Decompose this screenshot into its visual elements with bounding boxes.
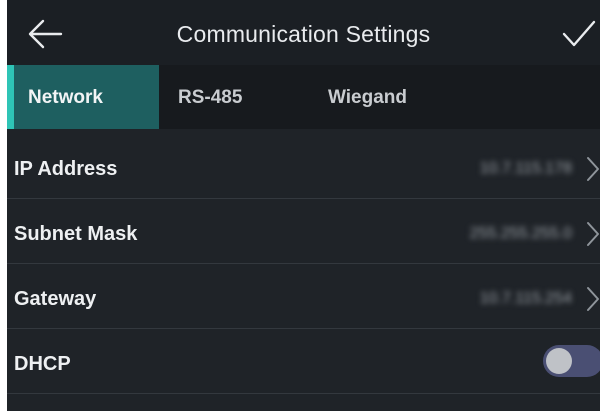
active-tab-indicator	[7, 65, 14, 129]
setting-row-subnet-mask[interactable]: Subnet Mask 255.255.255.0	[7, 199, 600, 264]
tab-rs485[interactable]: RS-485	[178, 65, 242, 129]
setting-label: DHCP	[14, 353, 71, 375]
chevron-right-icon	[587, 222, 599, 246]
communication-settings-screen: Communication Settings Network RS-485 Wi…	[7, 0, 600, 411]
tab-label: Wiegand	[328, 87, 407, 108]
setting-label: IP Address	[14, 158, 118, 180]
tab-bar: Network RS-485 Wiegand	[7, 65, 600, 129]
setting-value: 10.7.115.178	[479, 160, 572, 177]
setting-value: 10.7.115.254	[479, 290, 572, 307]
tab-label: Network	[28, 87, 103, 108]
chevron-right-icon	[587, 157, 599, 181]
header-bar: Communication Settings	[7, 0, 600, 65]
confirm-button[interactable]	[559, 14, 599, 54]
setting-row-dhcp: DHCP	[7, 329, 600, 394]
tab-label: RS-485	[178, 87, 243, 108]
checkmark-icon	[562, 20, 596, 47]
setting-value: 255.255.255.0	[469, 225, 572, 242]
page-title: Communication Settings	[176, 21, 431, 47]
chevron-right-icon	[587, 287, 599, 311]
setting-row-gateway[interactable]: Gateway 10.7.115.254	[7, 264, 600, 329]
setting-row-ip-address[interactable]: IP Address 10.7.115.178	[7, 134, 600, 199]
toggle-knob	[546, 348, 572, 374]
setting-label: Subnet Mask	[14, 223, 138, 245]
dhcp-toggle[interactable]	[543, 345, 600, 377]
tab-network[interactable]: Network	[7, 65, 159, 129]
tab-wiegand[interactable]: Wiegand	[328, 65, 407, 129]
setting-label: Gateway	[14, 288, 97, 310]
